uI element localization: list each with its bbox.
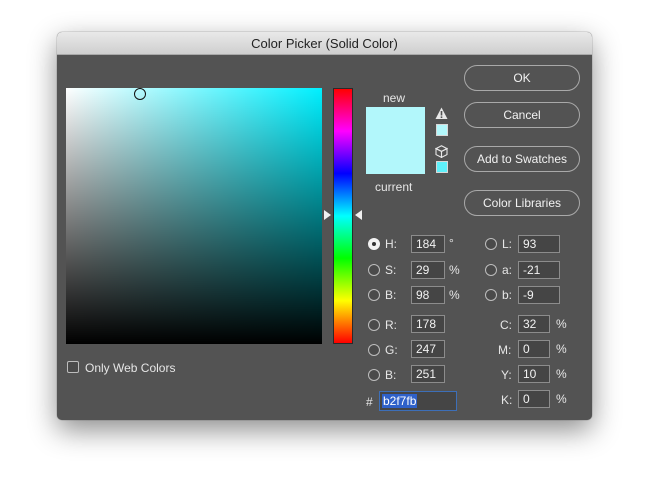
- saturation-radio[interactable]: [368, 264, 380, 276]
- hue-label: H:: [385, 237, 397, 251]
- brightness-unit: %: [449, 288, 460, 302]
- hue-slider-handle-right[interactable]: [355, 210, 362, 220]
- add-to-swatches-button[interactable]: Add to Swatches: [464, 146, 580, 172]
- color-picker-dialog: Color Picker (Solid Color) new current O…: [57, 32, 592, 420]
- brightness-radio[interactable]: [368, 289, 380, 301]
- lightness-label: L:: [502, 237, 513, 251]
- color-field-marker[interactable]: [134, 88, 146, 100]
- gamut-warning-swatch[interactable]: [436, 124, 448, 136]
- color-field[interactable]: [66, 88, 322, 344]
- magenta-unit: %: [556, 342, 567, 356]
- red-input[interactable]: 178: [411, 315, 445, 333]
- current-label: current: [375, 180, 413, 194]
- hue-slider-handle-left[interactable]: [324, 210, 331, 220]
- cyan-input[interactable]: 32: [518, 315, 550, 333]
- hex-value: b2f7fb: [382, 394, 418, 408]
- hex-prefix: #: [366, 395, 373, 409]
- magenta-input[interactable]: 0: [518, 340, 550, 358]
- gamut-warning-icon[interactable]: [435, 107, 448, 120]
- only-web-colors-checkbox[interactable]: [67, 361, 79, 373]
- cyan-label: C:: [500, 318, 512, 332]
- red-radio[interactable]: [368, 319, 380, 331]
- web-safe-cube-icon[interactable]: [435, 145, 448, 158]
- only-web-colors-label: Only Web Colors: [85, 361, 176, 375]
- yellow-label: Y:: [501, 368, 512, 382]
- green-radio[interactable]: [368, 344, 380, 356]
- saturation-input[interactable]: 29: [411, 261, 445, 279]
- cyan-unit: %: [556, 317, 567, 331]
- web-safe-swatch[interactable]: [436, 161, 448, 173]
- brightness-label: B:: [385, 288, 397, 302]
- blue-radio[interactable]: [368, 369, 380, 381]
- red-label: R:: [385, 318, 397, 332]
- a-channel-radio[interactable]: [485, 264, 497, 276]
- a-channel-label: a:: [502, 263, 513, 277]
- blue-input[interactable]: 251: [411, 365, 445, 383]
- lightness-radio[interactable]: [485, 238, 497, 250]
- lightness-input[interactable]: 93: [518, 235, 560, 253]
- cancel-button[interactable]: Cancel: [464, 102, 580, 128]
- b-channel-label: b:: [502, 288, 513, 302]
- saturation-label: S:: [385, 263, 397, 277]
- brightness-input[interactable]: 98: [411, 286, 445, 304]
- a-channel-input[interactable]: -21: [518, 261, 560, 279]
- ok-button[interactable]: OK: [464, 65, 580, 91]
- window-title: Color Picker (Solid Color): [251, 36, 398, 51]
- title-bar[interactable]: Color Picker (Solid Color): [57, 32, 592, 55]
- yellow-unit: %: [556, 367, 567, 381]
- new-color-swatch: [366, 107, 425, 140]
- magenta-label: M:: [498, 343, 512, 357]
- color-libraries-button[interactable]: Color Libraries: [464, 190, 580, 216]
- current-color-swatch[interactable]: [366, 140, 425, 174]
- black-label: K:: [501, 393, 513, 407]
- blue-label: B:: [385, 368, 397, 382]
- hue-slider[interactable]: [333, 88, 353, 344]
- new-label: new: [383, 91, 406, 105]
- green-input[interactable]: 247: [411, 340, 445, 358]
- hue-radio[interactable]: [368, 238, 380, 250]
- b-channel-input[interactable]: -9: [518, 286, 560, 304]
- black-input[interactable]: 0: [518, 390, 550, 408]
- saturation-unit: %: [449, 263, 460, 277]
- hue-unit: °: [449, 236, 454, 250]
- black-unit: %: [556, 392, 567, 406]
- hue-input[interactable]: 184: [411, 235, 445, 253]
- yellow-input[interactable]: 10: [518, 365, 550, 383]
- green-label: G:: [385, 343, 398, 357]
- hex-input[interactable]: b2f7fb: [379, 391, 457, 411]
- b-channel-radio[interactable]: [485, 289, 497, 301]
